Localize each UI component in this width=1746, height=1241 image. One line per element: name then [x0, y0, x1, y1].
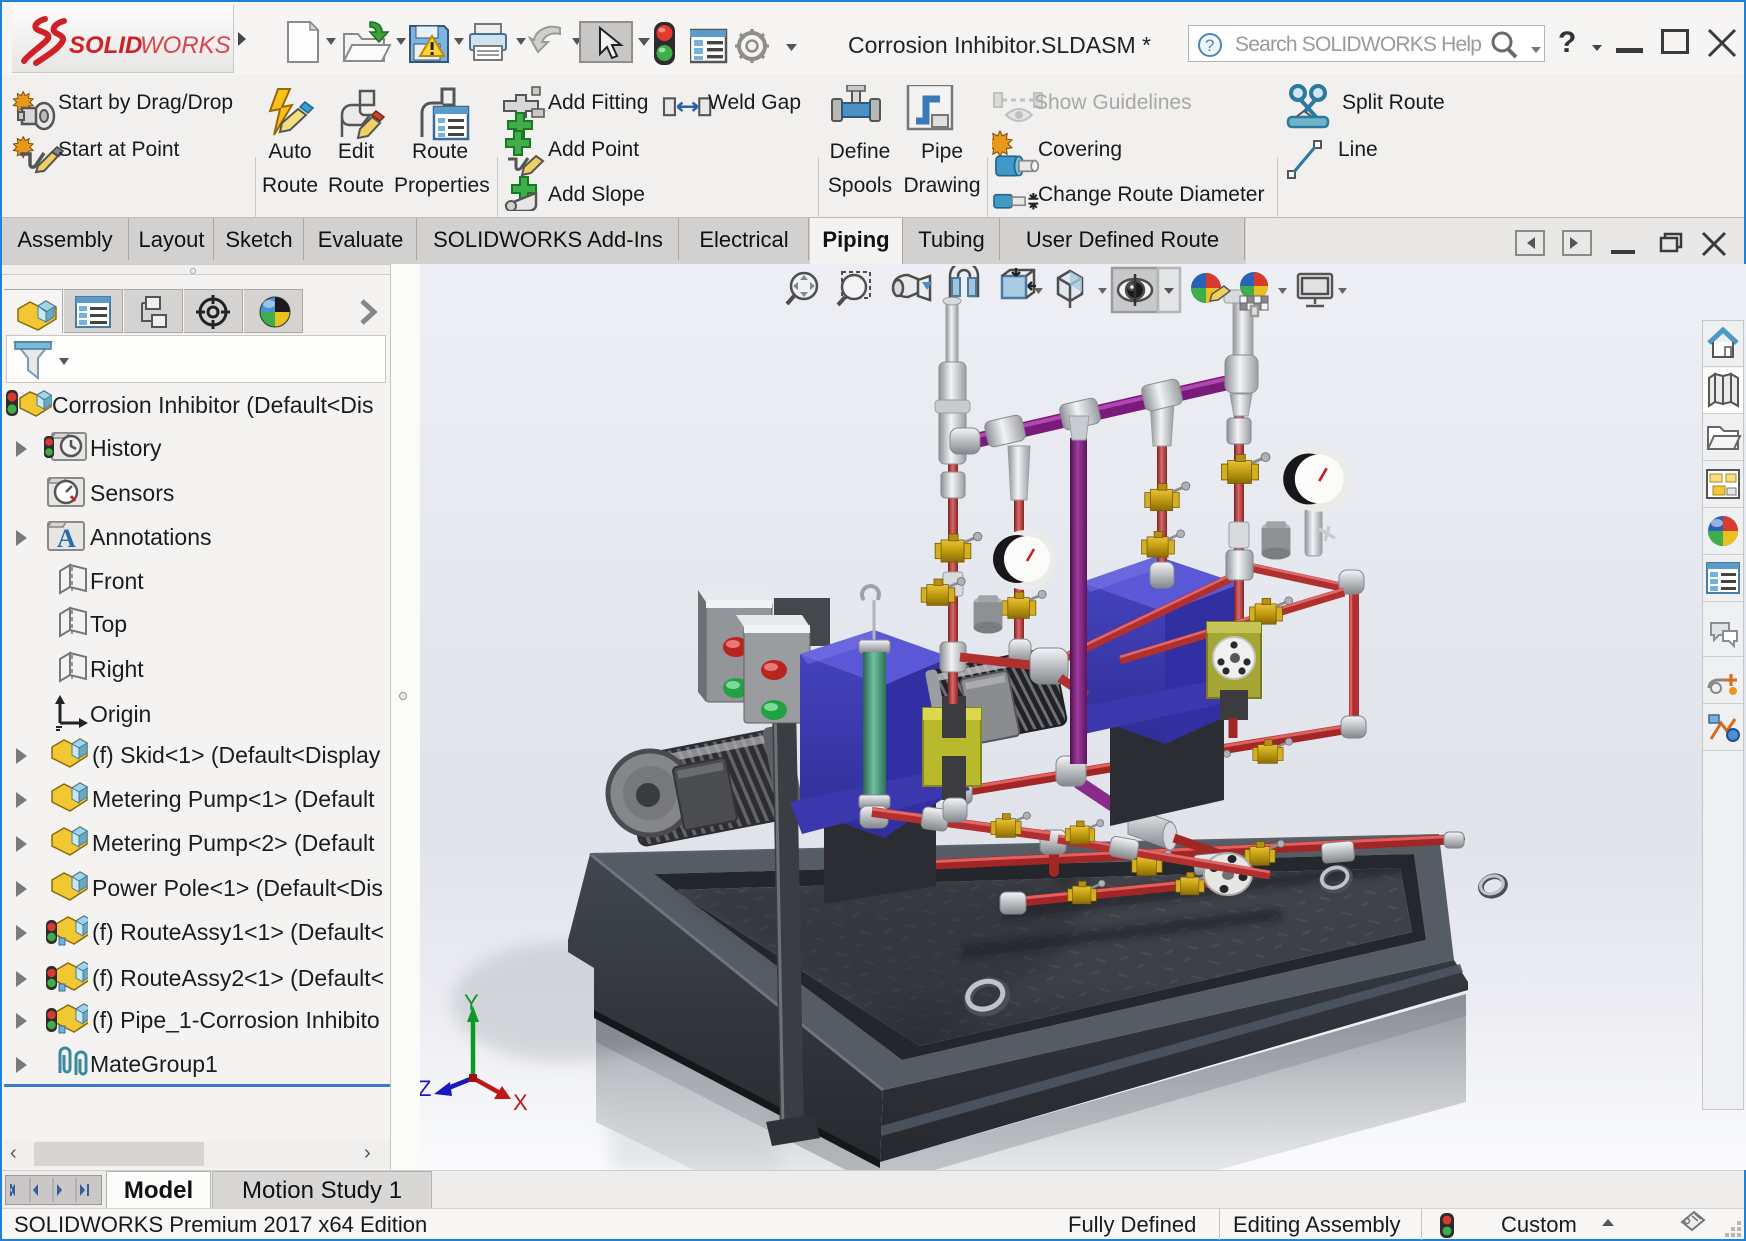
- svg-text:WORKS: WORKS: [140, 32, 231, 59]
- svg-text:Z: Z: [420, 1076, 431, 1101]
- svg-text:SOLID: SOLID: [69, 32, 142, 59]
- svg-text:X: X: [513, 1090, 528, 1115]
- svg-text:?: ?: [1205, 36, 1214, 55]
- svg-text:Y: Y: [464, 990, 479, 1015]
- svg-text:A: A: [57, 524, 76, 552]
